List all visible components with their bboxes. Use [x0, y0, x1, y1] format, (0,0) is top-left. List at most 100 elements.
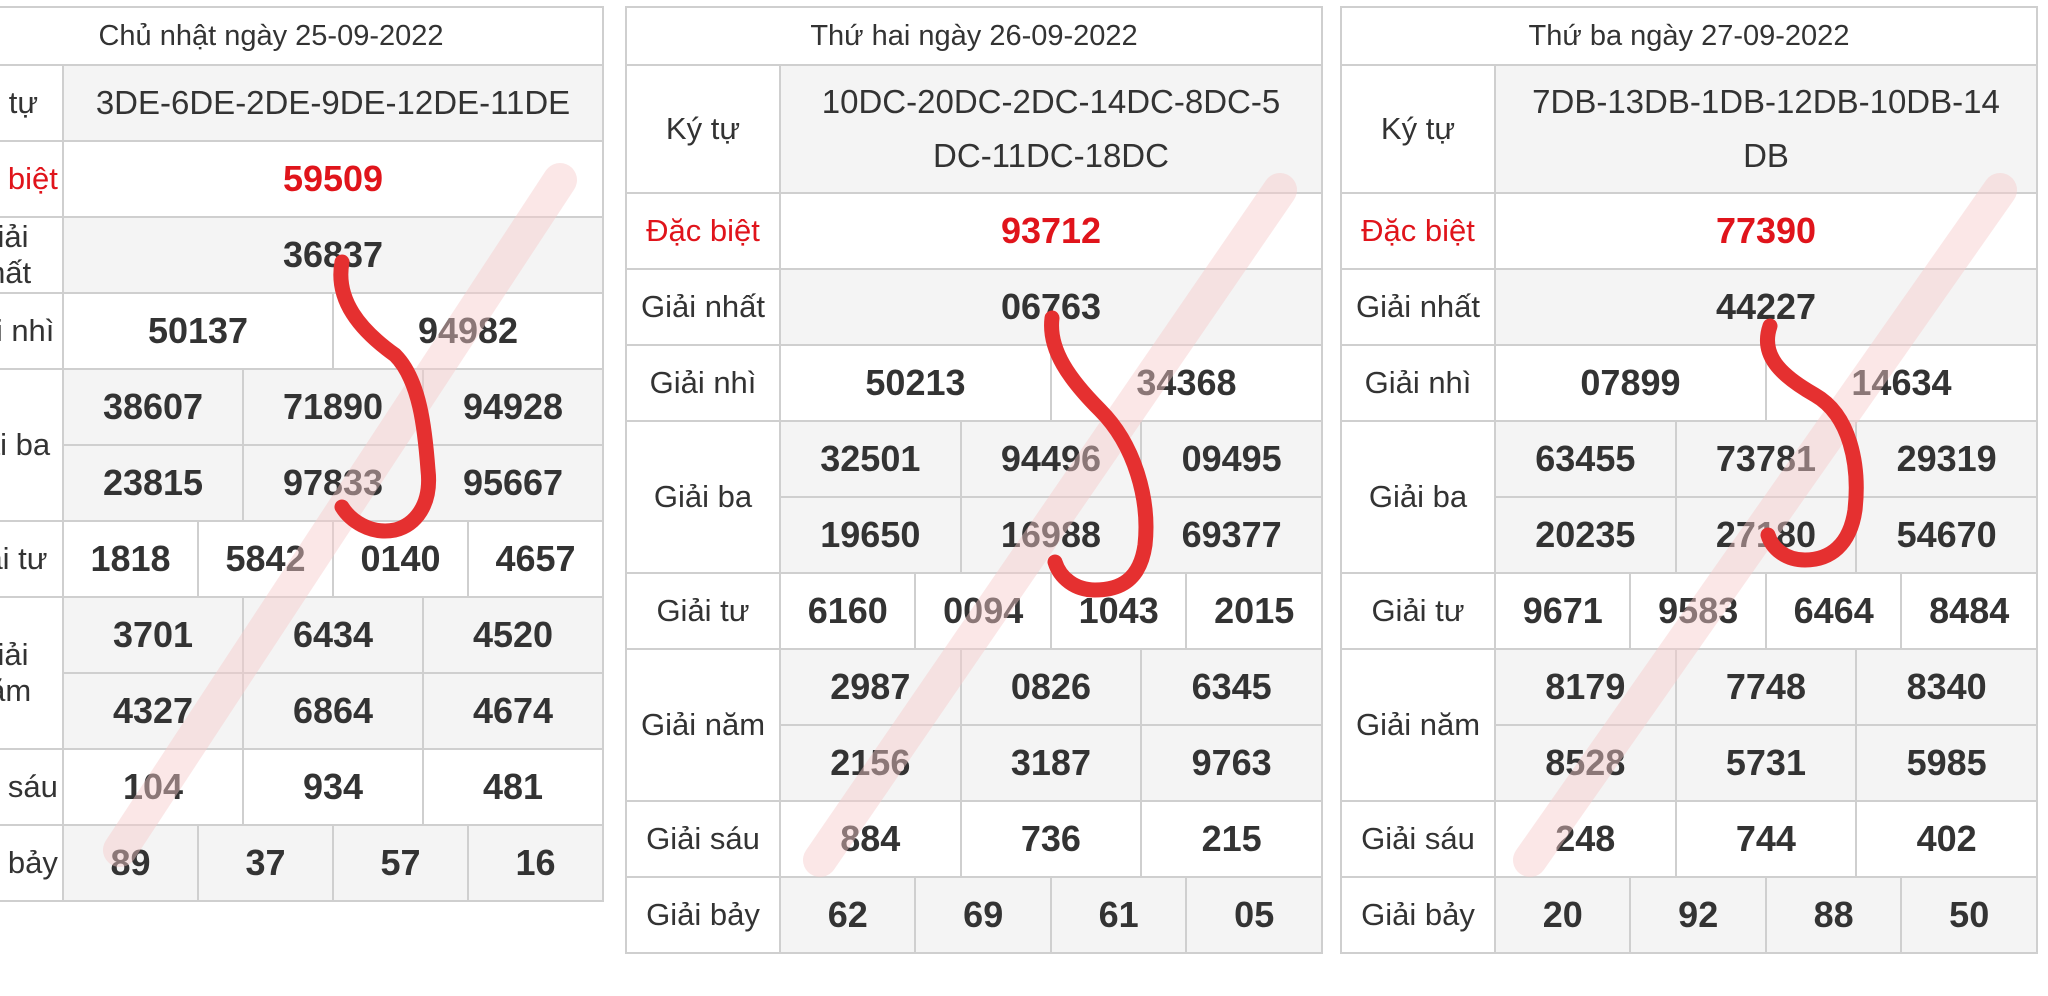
row-label-dac-biet: Đặc biệt: [625, 192, 781, 270]
row-label-dac-biet: Đặc biệt: [0, 140, 64, 218]
first-prize-number: 44227: [1494, 268, 2038, 346]
board-date-title: Thứ ba ngày 27-09-2022: [1340, 6, 2038, 66]
second-prize-number: 07899: [1494, 344, 1767, 422]
row-label-giai-nhat: Giải nhất: [0, 216, 64, 294]
row-label-giai-bay: Giải bảy: [0, 824, 64, 902]
seventh-prize-number: 62: [778, 876, 917, 954]
seventh-prize-number: 20: [1493, 876, 1632, 954]
sixth-prize-number: 402: [1855, 800, 2038, 878]
fifth-prize-number: 8340: [1855, 648, 2038, 726]
fifth-prize-number: 2987: [779, 648, 962, 726]
ky-tu-value: 3DE-6DE-2DE-9DE-12DE-11DE: [62, 64, 604, 142]
first-prize-number: 06763: [779, 268, 1323, 346]
fifth-prize-number: 6434: [242, 596, 424, 674]
row-label-giai-nhi: Giải nhì: [0, 292, 64, 370]
sixth-prize-number: 744: [1674, 800, 1858, 878]
fourth-prize-number: 0140: [332, 520, 469, 598]
third-prize-number: 19650: [779, 496, 962, 574]
seventh-prize-number: 61: [1049, 876, 1188, 954]
fifth-prize-number: 2156: [779, 724, 962, 802]
sixth-prize-number: 884: [779, 800, 962, 878]
fourth-prize-number: 0094: [914, 572, 1052, 650]
third-prize-number: 94496: [959, 420, 1143, 498]
result-table-1: Chủ nhật ngày 25-09-2022 Ký tự3DE-6DE-2D…: [0, 6, 604, 902]
fourth-prize-number: 8484: [1900, 572, 2038, 650]
fourth-prize-number: 4657: [467, 520, 604, 598]
seventh-prize-number: 16: [467, 824, 604, 902]
fourth-prize-number: 6464: [1764, 572, 1903, 650]
row-label-ky-tu: Ký tự: [625, 64, 781, 194]
special-prize-number: 77390: [1494, 192, 2038, 270]
row-label-ky-tu: Ký tự: [0, 64, 64, 142]
fourth-prize-number: 2015: [1185, 572, 1323, 650]
row-label-giai-nhat: Giải nhất: [1340, 268, 1496, 346]
board-date-title: Thứ hai ngày 26-09-2022: [625, 6, 1323, 66]
first-prize-number: 36837: [62, 216, 604, 294]
result-board-2: Thứ hai ngày 26-09-2022 Ký tự 10DC-20DC-2…: [625, 6, 1324, 954]
fifth-prize-number: 4520: [422, 596, 604, 674]
fifth-prize-number: 7748: [1674, 648, 1858, 726]
row-label-giai-sau: Giải sáu: [0, 748, 64, 826]
result-table-2: Thứ hai ngày 26-09-2022 Ký tự 10DC-20DC-2…: [625, 6, 1324, 954]
row-label-giai-ba: Giải ba: [1340, 420, 1496, 574]
third-prize-number: 23815: [62, 444, 244, 522]
board-date-title: Chủ nhật ngày 25-09-2022: [0, 6, 604, 66]
row-label-giai-bay: Giải bảy: [625, 876, 781, 954]
row-label-giai-tu: Giải tư: [625, 572, 781, 650]
sixth-prize-number: 104: [62, 748, 244, 826]
fifth-prize-number: 4327: [62, 672, 244, 750]
row-label-giai-nhi: Giải nhì: [625, 344, 781, 422]
third-prize-number: 38607: [62, 368, 244, 446]
fourth-prize-number: 1043: [1049, 572, 1188, 650]
row-label-giai-ba: Giải ba: [625, 420, 781, 574]
special-prize-number: 59509: [62, 140, 604, 218]
seventh-prize-number: 92: [1629, 876, 1767, 954]
third-prize-number: 16988: [959, 496, 1143, 574]
row-label-giai-ba: Giải ba: [0, 368, 64, 522]
seventh-prize-number: 89: [62, 824, 199, 902]
row-label-giai-tu: Giải tư: [0, 520, 64, 598]
second-prize-number: 50213: [779, 344, 1052, 422]
result-board-3: Thứ ba ngày 27-09-2022 Ký tự 7DB-13DB-1DB…: [1340, 6, 2039, 954]
result-board-1: Chủ nhật ngày 25-09-2022 Ký tự3DE-6DE-2D…: [0, 6, 604, 902]
row-label-giai-nhat: Giải nhất: [625, 268, 781, 346]
seventh-prize-number: 88: [1764, 876, 1903, 954]
sixth-prize-number: 736: [959, 800, 1143, 878]
row-label-giai-nhi: Giải nhì: [1340, 344, 1496, 422]
second-prize-number: 34368: [1049, 344, 1324, 422]
seventh-prize-number: 05: [1185, 876, 1323, 954]
fifth-prize-number: 5731: [1674, 724, 1858, 802]
third-prize-number: 09495: [1140, 420, 1323, 498]
third-prize-number: 69377: [1140, 496, 1323, 574]
second-prize-number: 14634: [1764, 344, 2039, 422]
third-prize-number: 27180: [1674, 496, 1858, 574]
third-prize-number: 73781: [1674, 420, 1858, 498]
sixth-prize-number: 934: [242, 748, 424, 826]
row-label-giai-tu: Giải tư: [1340, 572, 1496, 650]
seventh-prize-number: 69: [914, 876, 1052, 954]
fourth-prize-number: 6160: [778, 572, 917, 650]
result-table-3: Thứ ba ngày 27-09-2022 Ký tự 7DB-13DB-1DB…: [1340, 6, 2039, 954]
sixth-prize-number: 215: [1140, 800, 1323, 878]
fifth-prize-number: 0826: [959, 648, 1143, 726]
row-label-giai-nam: Giải năm: [1340, 648, 1496, 802]
row-label-giai-sau: Giải sáu: [1340, 800, 1496, 878]
row-label-giai-bay: Giải bảy: [1340, 876, 1496, 954]
fourth-prize-number: 9583: [1629, 572, 1767, 650]
ky-tu-value: 10DC-20DC-2DC-14DC-8DC-5DC-11DC-18DC: [779, 64, 1323, 194]
third-prize-number: 97833: [242, 444, 424, 522]
fourth-prize-number: 5842: [197, 520, 334, 598]
fifth-prize-number: 6864: [242, 672, 424, 750]
third-prize-number: 94928: [422, 368, 604, 446]
fifth-prize-number: 8179: [1494, 648, 1677, 726]
fifth-prize-number: 9763: [1140, 724, 1323, 802]
fourth-prize-number: 9671: [1493, 572, 1632, 650]
row-label-giai-sau: Giải sáu: [625, 800, 781, 878]
fifth-prize-number: 8528: [1494, 724, 1677, 802]
fifth-prize-number: 3187: [959, 724, 1143, 802]
third-prize-number: 29319: [1855, 420, 2038, 498]
third-prize-number: 32501: [779, 420, 962, 498]
third-prize-number: 54670: [1855, 496, 2038, 574]
third-prize-number: 63455: [1494, 420, 1677, 498]
row-label-giai-nam: Giải năm: [625, 648, 781, 802]
